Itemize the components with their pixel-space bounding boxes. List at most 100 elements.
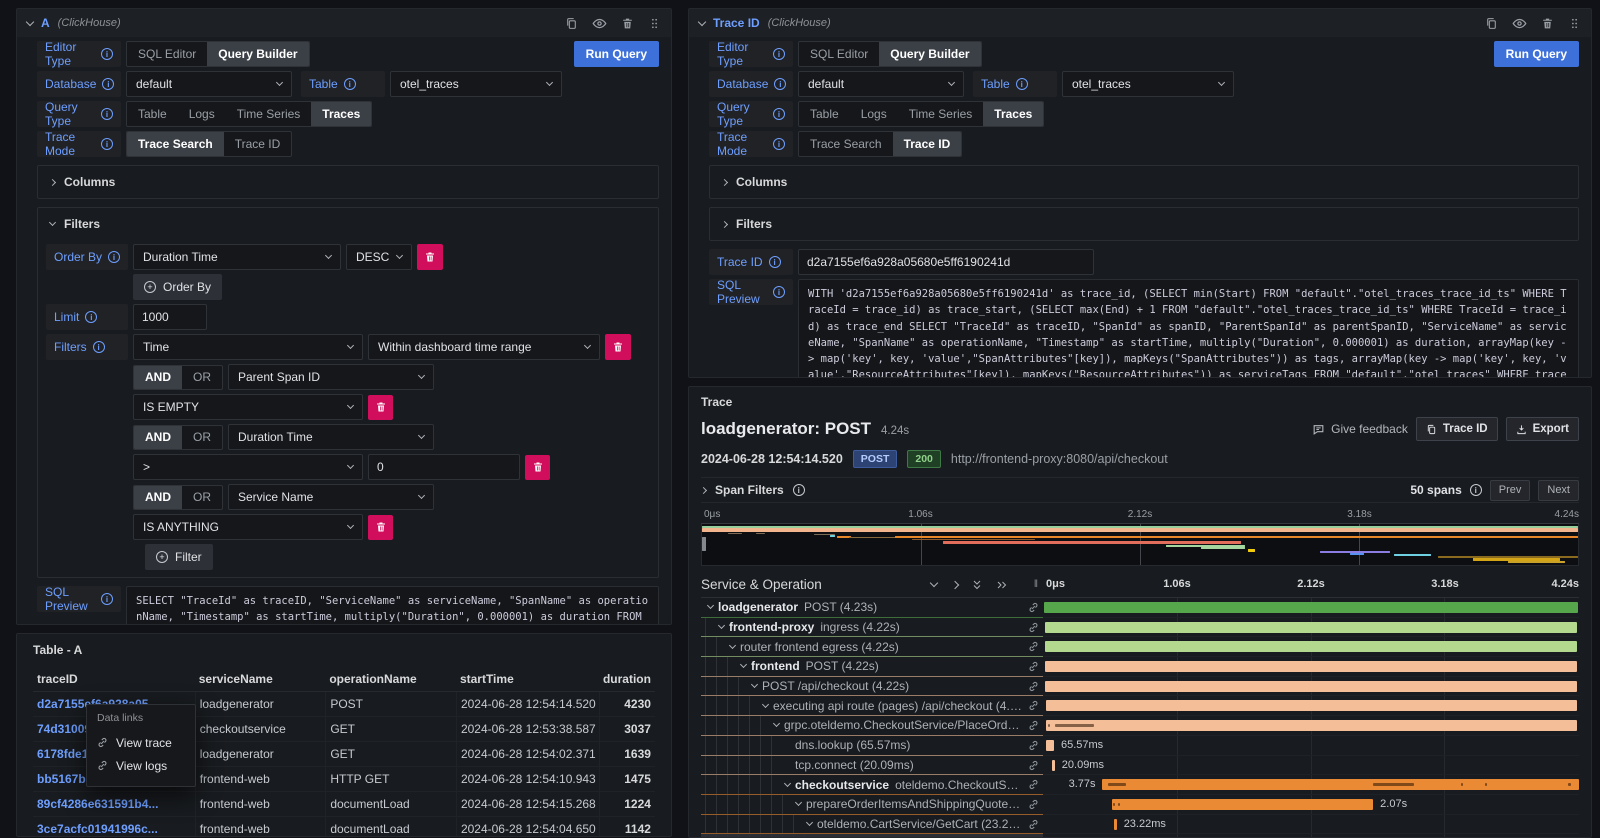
- span-name-cell[interactable]: checkoutservice oteldemo.CheckoutService…: [701, 775, 1043, 795]
- trace-span-row[interactable]: executing api route (pages) /api/checkou…: [701, 696, 1579, 716]
- remove-filter-button[interactable]: [368, 515, 393, 540]
- view-logs-link[interactable]: View logs: [97, 754, 185, 777]
- span-timeline-cell[interactable]: [1043, 598, 1579, 618]
- filter-time-value-select[interactable]: Within dashboard time range: [368, 334, 600, 360]
- span-bar[interactable]: [1045, 661, 1577, 672]
- col-starttime[interactable]: startTime: [456, 667, 599, 691]
- add-filter-button[interactable]: Filter: [145, 544, 213, 570]
- query-type-traces[interactable]: Traces: [983, 102, 1043, 126]
- col-operationname[interactable]: operationName: [325, 667, 456, 691]
- span-bar[interactable]: [1046, 700, 1578, 711]
- filter-op-select[interactable]: IS EMPTY: [133, 394, 363, 420]
- span-name-cell[interactable]: router frontend egress (4.22s): [701, 637, 1043, 657]
- span-timeline-cell[interactable]: [1043, 657, 1579, 677]
- remove-filter-button[interactable]: [525, 455, 550, 480]
- span-bar[interactable]: [1044, 602, 1578, 613]
- link-icon[interactable]: [1028, 760, 1039, 771]
- span-bar[interactable]: [1052, 760, 1055, 771]
- span-bar[interactable]: [1102, 779, 1579, 790]
- info-icon[interactable]: [774, 78, 786, 90]
- filters-section-header[interactable]: Filters: [718, 213, 1570, 235]
- collapse-icon[interactable]: [26, 17, 34, 25]
- span-timeline-cell[interactable]: [1043, 618, 1579, 638]
- and-option[interactable]: AND: [134, 366, 182, 389]
- eye-icon[interactable]: [592, 16, 607, 31]
- trace-span-row[interactable]: oteldemo.CartService/GetCart (23.22ms) 2…: [701, 815, 1579, 835]
- query-type-timeseries[interactable]: Time Series: [226, 102, 312, 126]
- span-name-cell[interactable]: dns.lookup (65.57ms): [701, 736, 1043, 756]
- collapse-all-icon[interactable]: [971, 579, 983, 591]
- trace-id-input[interactable]: [798, 249, 1094, 275]
- expand-all-icon[interactable]: [996, 579, 1008, 591]
- and-option[interactable]: AND: [134, 426, 182, 449]
- span-name-cell[interactable]: cartservice POST /oteldemo.CartService/G…: [701, 834, 1043, 837]
- chevron-down-icon[interactable]: [806, 819, 813, 826]
- info-icon[interactable]: [1016, 78, 1028, 90]
- filter-op-select[interactable]: >: [133, 454, 363, 480]
- span-timeline-cell[interactable]: 65.57ms: [1043, 736, 1579, 756]
- limit-input[interactable]: [133, 304, 207, 330]
- or-option[interactable]: OR: [182, 366, 222, 389]
- filter-value-input[interactable]: [368, 454, 520, 480]
- span-name-cell[interactable]: oteldemo.CartService/GetCart (23.22ms): [701, 815, 1043, 835]
- eye-icon[interactable]: [1512, 16, 1527, 31]
- panel-trace-id-header[interactable]: Trace ID (ClickHouse): [689, 9, 1591, 37]
- filter-field-select[interactable]: Service Name: [228, 484, 434, 510]
- remove-filter-button[interactable]: [368, 395, 393, 420]
- export-button[interactable]: Export: [1506, 417, 1579, 441]
- query-type-logs[interactable]: Logs: [850, 102, 898, 126]
- info-icon[interactable]: [85, 311, 97, 323]
- span-timeline-cell[interactable]: [1043, 834, 1579, 837]
- run-query-button[interactable]: Run Query: [574, 41, 659, 67]
- span-timeline-cell[interactable]: 23.22ms: [1043, 815, 1579, 835]
- query-type-logs[interactable]: Logs: [178, 102, 226, 126]
- trace-span-row[interactable]: router frontend egress (4.22s): [701, 637, 1579, 657]
- sql-editor-option[interactable]: SQL Editor: [799, 42, 879, 66]
- view-trace-link[interactable]: View trace: [97, 731, 185, 754]
- collapse-icon[interactable]: [698, 17, 706, 25]
- col-traceid[interactable]: traceID: [33, 672, 195, 686]
- info-icon[interactable]: [101, 108, 113, 120]
- span-name-cell[interactable]: tcp.connect (20.09ms): [701, 756, 1043, 776]
- query-builder-option[interactable]: Query Builder: [879, 42, 980, 66]
- columns-section-header[interactable]: Columns: [46, 171, 650, 193]
- chevron-down-icon[interactable]: [784, 779, 791, 786]
- chevron-down-icon[interactable]: [718, 622, 725, 629]
- chevron-down-icon[interactable]: [773, 720, 780, 727]
- table-row[interactable]: 89cf4286e631591b4... frontend-web docume…: [33, 792, 655, 817]
- filter-field-select[interactable]: Parent Span ID: [228, 364, 434, 390]
- trace-search-option[interactable]: Trace Search: [799, 132, 893, 156]
- drag-handle-icon[interactable]: [648, 17, 661, 30]
- trace-span-row[interactable]: frontend POST (4.22s): [701, 657, 1579, 677]
- info-icon[interactable]: [101, 138, 113, 150]
- span-filters-label[interactable]: Span Filters: [715, 483, 784, 497]
- table-select[interactable]: otel_traces: [390, 71, 562, 97]
- trace-span-row[interactable]: grpc.oteldemo.CheckoutService/PlaceOrder…: [701, 716, 1579, 736]
- info-icon[interactable]: [344, 78, 356, 90]
- chevron-down-icon[interactable]: [707, 602, 714, 609]
- order-by-dir-select[interactable]: DESC: [346, 244, 412, 270]
- trash-icon[interactable]: [621, 17, 634, 30]
- trace-id-option[interactable]: Trace ID: [893, 132, 962, 156]
- span-timeline-cell[interactable]: 3.77s: [1043, 775, 1579, 795]
- link-icon[interactable]: [1028, 720, 1039, 731]
- span-bar[interactable]: [1045, 641, 1578, 652]
- span-bar[interactable]: [1046, 740, 1054, 751]
- sql-editor-option[interactable]: SQL Editor: [127, 42, 207, 66]
- link-icon[interactable]: [1028, 661, 1039, 672]
- chevron-down-icon[interactable]: [795, 799, 802, 806]
- info-icon[interactable]: [1470, 484, 1482, 496]
- chevron-right-icon[interactable]: [700, 486, 707, 493]
- and-option[interactable]: AND: [134, 486, 182, 509]
- link-icon[interactable]: [1028, 799, 1039, 810]
- span-name-cell[interactable]: prepareOrderItemsAndShippingQuoteFromCar…: [701, 795, 1043, 815]
- trace-id-option[interactable]: Trace ID: [224, 132, 292, 156]
- info-icon[interactable]: [773, 138, 785, 150]
- link-icon[interactable]: [1028, 700, 1039, 711]
- chevron-down-icon[interactable]: [762, 701, 769, 708]
- link-icon[interactable]: [1028, 602, 1039, 613]
- minimap-canvas[interactable]: [701, 524, 1579, 566]
- order-by-field-select[interactable]: Duration Time: [133, 244, 341, 270]
- query-type-table[interactable]: Table: [127, 102, 178, 126]
- link-icon[interactable]: [1028, 740, 1039, 751]
